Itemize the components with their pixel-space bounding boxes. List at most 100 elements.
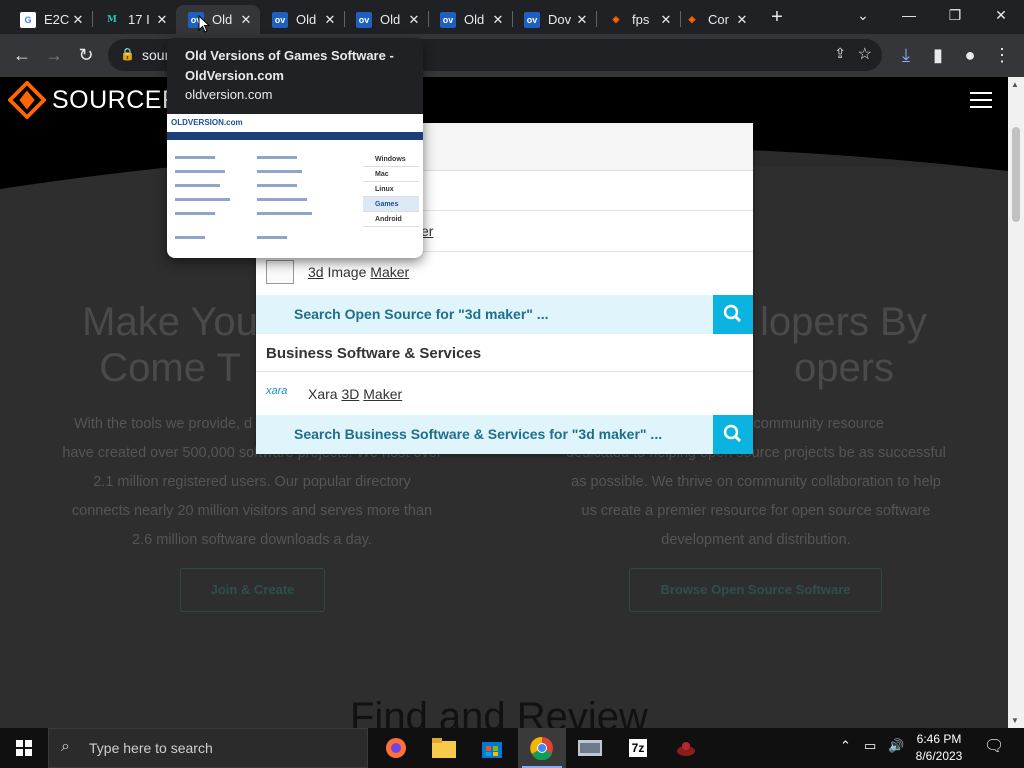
chrome-icon[interactable] bbox=[518, 728, 566, 768]
7zip-icon[interactable]: 7z bbox=[614, 728, 662, 768]
suggestion-text: 3d Image Maker bbox=[308, 264, 410, 280]
sourceforge-icon: ◈ bbox=[688, 14, 696, 24]
join-create-button[interactable]: Join & Create bbox=[180, 568, 325, 612]
tab-8[interactable]: ◈ fps ✕ bbox=[596, 5, 680, 34]
close-icon[interactable]: ✕ bbox=[490, 12, 506, 28]
search-icon: ⌕ bbox=[61, 738, 70, 755]
tab-2[interactable]: M 17 I ✕ bbox=[92, 5, 176, 34]
clock-time: 6:46 PM bbox=[916, 732, 962, 746]
notification-icon[interactable]: 🗨 bbox=[984, 736, 1004, 756]
file-explorer-icon[interactable] bbox=[420, 728, 468, 768]
search-icon[interactable] bbox=[713, 295, 753, 334]
sourceforge-icon: ◈ bbox=[612, 14, 620, 24]
ov-icon: ov bbox=[272, 11, 288, 28]
suggestion-3d-image-maker[interactable]: 3d Image Maker bbox=[256, 252, 753, 293]
scrollbar-thumb[interactable] bbox=[1012, 127, 1020, 222]
sourceforge-logo-icon[interactable] bbox=[8, 81, 46, 119]
close-icon[interactable]: ✕ bbox=[322, 12, 338, 28]
tab-title: Cor bbox=[708, 12, 729, 27]
mouse-cursor-icon bbox=[198, 15, 210, 33]
search-icon[interactable] bbox=[713, 415, 753, 454]
hamburger-menu-icon[interactable] bbox=[970, 92, 992, 108]
suggestion-text: Xara 3D Maker bbox=[308, 386, 403, 402]
new-tab-button[interactable]: + bbox=[766, 7, 788, 29]
network-icon[interactable]: ▭ bbox=[864, 738, 876, 754]
game-app-icon[interactable] bbox=[662, 728, 710, 768]
tab-title: E2C bbox=[44, 12, 70, 27]
thumbnail-sidebar: Windows Mac Linux Games Android bbox=[363, 152, 419, 227]
close-window-button[interactable]: ✕ bbox=[978, 0, 1024, 30]
google-icon: G bbox=[20, 11, 36, 28]
volume-icon[interactable]: 🔊 bbox=[888, 738, 904, 754]
taskbar-search-box[interactable]: ⌕ Type here to search bbox=[48, 728, 368, 768]
tab-title: Old bbox=[212, 12, 233, 27]
taskbar-clock[interactable]: 6:46 PM 8/6/2023 bbox=[914, 731, 964, 765]
site-header: SOURCEFO bbox=[0, 77, 1008, 123]
app-window-icon[interactable] bbox=[566, 728, 614, 768]
suggestion-xara-3d-maker[interactable]: xara Xara 3D Maker bbox=[256, 372, 753, 415]
hover-card-url: oldversion.com bbox=[185, 87, 273, 102]
tab-title: Dov bbox=[548, 12, 572, 27]
find-review-heading: Find and Review bbox=[350, 695, 648, 728]
desktop: G E2C ✕ M 17 I ✕ ov Old ✕ ov Old ✕ ov Ol… bbox=[0, 0, 1024, 768]
tab-6[interactable]: ov Old ✕ bbox=[428, 5, 512, 34]
tab-4[interactable]: ov Old ✕ bbox=[260, 5, 344, 34]
thumbnail-logo: OLDVERSION.com bbox=[171, 118, 243, 127]
menu-icon[interactable]: ⋮ bbox=[990, 43, 1014, 67]
ov-icon: ov bbox=[440, 11, 456, 28]
hero-right-title: lopers By opers bbox=[760, 300, 927, 390]
restore-button[interactable]: ❐ bbox=[932, 0, 978, 30]
tab-9[interactable]: ◈ Cor ✕ bbox=[672, 5, 756, 34]
tab-3-active[interactable]: ov Old ✕ bbox=[176, 5, 260, 34]
hover-card-thumbnail: OLDVERSION.com Windows Mac Linux Games A… bbox=[167, 114, 423, 258]
search-open-source-link[interactable]: Search Open Source for "3d maker" ... bbox=[256, 295, 753, 334]
share-icon[interactable]: ⇪ bbox=[834, 45, 846, 62]
reload-icon[interactable]: ↻ bbox=[74, 43, 98, 67]
tab-search-icon[interactable]: ⌄ bbox=[840, 0, 886, 30]
firefox-icon[interactable] bbox=[372, 728, 420, 768]
app-thumbnail-icon bbox=[266, 260, 294, 284]
ov-icon: ov bbox=[524, 11, 540, 28]
back-icon[interactable]: ← bbox=[10, 43, 34, 67]
side-panel-icon[interactable]: ▮ bbox=[926, 43, 950, 67]
tab-title: 17 I bbox=[128, 12, 150, 27]
download-icon[interactable]: ⤓ bbox=[894, 43, 918, 67]
scroll-up-icon[interactable]: ▲ bbox=[1011, 80, 1019, 89]
microsoft-store-icon[interactable] bbox=[468, 728, 516, 768]
close-icon[interactable]: ✕ bbox=[574, 12, 590, 28]
forward-icon[interactable]: → bbox=[42, 43, 66, 67]
close-icon[interactable]: ✕ bbox=[70, 12, 86, 28]
ov-icon: ov bbox=[356, 11, 372, 28]
browser-toolbar: ← → ↻ 🔒 sour ⇪ ☆ ⤓ ▮ ● ⋮ bbox=[0, 34, 1024, 77]
tab-7[interactable]: ov Dov ✕ bbox=[512, 5, 596, 34]
tab-title: fps bbox=[632, 12, 650, 27]
tab-5[interactable]: ov Old ✕ bbox=[344, 5, 428, 34]
search-open-source-text: Search Open Source for "3d maker" ... bbox=[294, 306, 549, 322]
windows-taskbar: ⌕ Type here to search 7z ⌃ ▭ 🔊 6:46 PM 8… bbox=[0, 728, 1024, 768]
thumbnail-nav bbox=[167, 132, 423, 140]
m-icon: M bbox=[107, 14, 117, 25]
minimize-button[interactable]: — bbox=[886, 0, 932, 30]
tab-title: Old bbox=[464, 12, 485, 27]
tab-title: Old bbox=[380, 12, 401, 27]
tab-hover-card: Old Versions of Games Software - OldVers… bbox=[167, 38, 423, 258]
profile-icon[interactable]: ● bbox=[958, 43, 982, 67]
tab-1[interactable]: G E2C ✕ bbox=[8, 5, 92, 34]
close-icon[interactable]: ✕ bbox=[238, 12, 254, 28]
browse-open-source-button[interactable]: Browse Open Source Software bbox=[629, 568, 882, 612]
search-business-link[interactable]: Search Business Software & Services for … bbox=[256, 415, 753, 454]
close-icon[interactable]: ✕ bbox=[406, 12, 422, 28]
tab-title: Old bbox=[296, 12, 317, 27]
close-icon[interactable]: ✕ bbox=[734, 12, 750, 28]
clock-date: 8/6/2023 bbox=[915, 749, 963, 763]
show-hidden-icons-icon[interactable]: ⌃ bbox=[840, 738, 851, 754]
address-text: sour bbox=[142, 47, 170, 63]
close-icon[interactable]: ✕ bbox=[154, 12, 170, 28]
bookmark-star-icon[interactable]: ☆ bbox=[858, 44, 872, 64]
hover-card-title: Old Versions of Games Software - OldVers… bbox=[185, 48, 394, 83]
lock-icon: 🔒 bbox=[120, 47, 135, 61]
tab-strip: G E2C ✕ M 17 I ✕ ov Old ✕ ov Old ✕ ov Ol… bbox=[0, 0, 1024, 34]
scroll-down-icon[interactable]: ▼ bbox=[1011, 716, 1019, 725]
windows-start-icon[interactable] bbox=[0, 728, 48, 768]
page-scrollbar[interactable]: ▲ ▼ bbox=[1008, 77, 1024, 728]
